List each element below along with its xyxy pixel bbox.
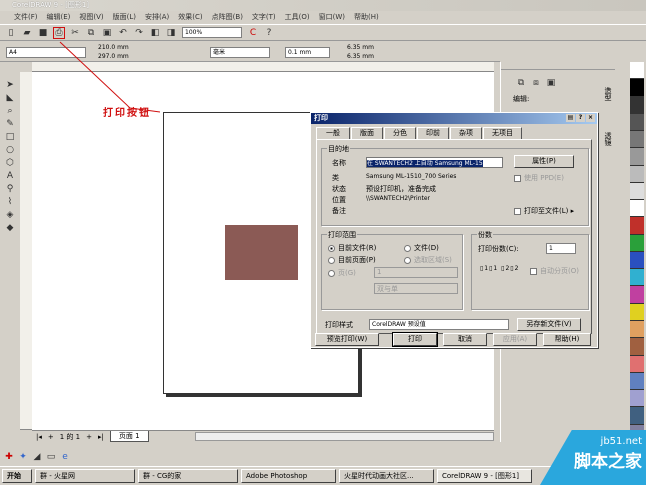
add-page-after-button[interactable]: +	[86, 433, 92, 441]
page-tab[interactable]: 页面 1	[109, 431, 149, 442]
pages-radio[interactable]: 页(G)	[328, 268, 356, 278]
start-button[interactable]: 开始	[2, 469, 32, 483]
docker-label: 编辑:	[513, 95, 530, 103]
color-palette[interactable]	[630, 62, 644, 442]
print-to-file-checkbox[interactable]: 打印至文件(L) ▸	[514, 206, 574, 216]
desktop-icon[interactable]: ▭	[46, 452, 56, 462]
tab-separations[interactable]: 分色	[384, 127, 416, 139]
trim-icon[interactable]: ⧈	[531, 78, 541, 88]
task-item[interactable]: Adobe Photoshop	[241, 469, 336, 483]
weld-icon[interactable]: ⧉	[516, 78, 526, 88]
callout-label: 打印按钮	[103, 108, 151, 119]
current-document-radio[interactable]: 目前文件(R)	[328, 243, 376, 253]
cancel-button[interactable]: 取消	[443, 333, 487, 346]
printer-name-select[interactable]: 在 SWANTECH2 上自动 Samsung ML-15	[366, 157, 503, 168]
close-icon[interactable]: ×	[586, 114, 595, 122]
tab-layout[interactable]: 版面	[351, 127, 383, 139]
tab-prepress[interactable]: 印前	[417, 127, 449, 139]
apply-button[interactable]: 应用(A)	[493, 333, 537, 346]
intersect-icon[interactable]: ▣	[546, 78, 556, 88]
help-icon[interactable]: ?	[576, 114, 585, 122]
help-button[interactable]: 帮助(H)	[543, 333, 591, 346]
page-navigator: |◂ + 1 的 1 + ▸| 页面 1	[32, 430, 494, 442]
dialog-title-bar: 打印 ▤ ? ×	[311, 113, 597, 124]
general-panel: 目的地 名称 在 SWANTECH2 上自动 Samsung ML-15 属性(…	[316, 139, 592, 334]
collate-checkbox[interactable]: 自动分页(O)	[530, 266, 579, 276]
app-icon[interactable]: ✚	[4, 452, 14, 462]
app-icon[interactable]: ◢	[32, 452, 42, 462]
save-as-button[interactable]: 另存新文件(V)	[517, 318, 581, 331]
properties-button[interactable]: 属性(P)	[514, 155, 574, 168]
collate-icon: ▯1▯1 ▯2▯2	[480, 265, 520, 272]
setup-icon[interactable]: ▤	[566, 114, 575, 122]
print-button[interactable]: 打印	[392, 332, 438, 347]
tab-no-issues[interactable]: 无项目	[483, 127, 522, 139]
print-preview-button[interactable]: 预览打印(W)	[315, 333, 379, 346]
even-odd-select[interactable]: 双与单	[374, 283, 458, 294]
copies-group: 份数 打印份数(C): 1 ▯1▯1 ▯2▯2 自动分页(O)	[471, 230, 589, 310]
tab-misc[interactable]: 杂项	[450, 127, 482, 139]
first-page-button[interactable]: |◂	[36, 433, 42, 441]
ie-icon[interactable]: e	[60, 452, 70, 462]
printer-location: \\SWANTECH2\Printer	[366, 195, 431, 202]
tab-general[interactable]: 一般	[316, 127, 350, 139]
task-item[interactable]: 群 - 火星网	[35, 469, 135, 483]
use-ppd-checkbox[interactable]: 使用 PPD(E)	[514, 173, 564, 183]
print-style-select[interactable]: CorelDRAW 预设值	[369, 319, 509, 330]
docker-tab-shaping[interactable]: 造型	[603, 87, 613, 101]
print-dialog: 打印 ▤ ? × 一般 版面 分色 印前 杂项 无项目 目的地 名称 在 SWA…	[310, 112, 598, 348]
task-item[interactable]: 火星时代动画大社区...	[339, 469, 434, 483]
printer-type: Samsung ML-1510_700 Series	[366, 173, 457, 180]
last-page-button[interactable]: ▸|	[98, 433, 104, 441]
selection-radio[interactable]: 选取区域(S)	[404, 255, 452, 265]
horizontal-scrollbar[interactable]	[194, 432, 494, 441]
add-page-button[interactable]: +	[48, 433, 54, 441]
copies-spinner[interactable]: 1	[546, 243, 576, 254]
page-count: 1 的 1	[59, 432, 81, 441]
current-page-radio[interactable]: 目前页面(P)	[328, 255, 376, 265]
printer-status: 预设打印机，准备完成	[366, 185, 436, 193]
task-item[interactable]: 群 - CG的家	[138, 469, 238, 483]
quick-launch: ✚ ✦ ◢ ▭ e	[4, 452, 70, 462]
destination-group: 目的地 名称 在 SWANTECH2 上自动 Samsung ML-15 属性(…	[321, 144, 589, 226]
pages-input[interactable]: 1	[374, 267, 458, 278]
docker-tab-lens[interactable]: 透镜	[603, 132, 613, 146]
documents-radio[interactable]: 文件(D)	[404, 243, 439, 253]
dialog-tabs: 一般 版面 分色 印前 杂项 无项目	[316, 127, 597, 139]
task-item[interactable]: CorelDRAW 9 - [图形1]	[437, 469, 532, 483]
app-icon[interactable]: ✦	[18, 452, 28, 462]
print-range-group: 打印范围 目前文件(R) 文件(D) 目前页面(P) 选取区域(S) 页(G) …	[321, 230, 463, 310]
